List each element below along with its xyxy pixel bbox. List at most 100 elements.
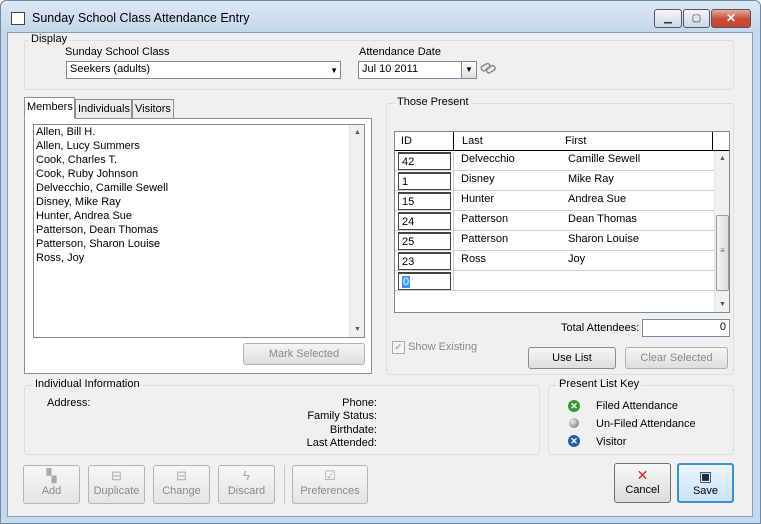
- first-cell: Sharon Louise: [568, 233, 639, 245]
- unfiled-attendance-label: Un-Filed Attendance: [596, 418, 696, 430]
- id-cell[interactable]: 23: [398, 252, 451, 270]
- column-divider[interactable]: [453, 132, 454, 151]
- address-label: Address:: [47, 397, 91, 409]
- add-button[interactable]: ▚ Add: [23, 465, 80, 504]
- list-item[interactable]: Delvecchio, Camille Sewell: [36, 182, 168, 194]
- add-icon: ▚: [46, 468, 57, 483]
- table-row[interactable]: 1 Disney Mike Ray: [395, 171, 714, 191]
- display-group-title: Display: [29, 33, 70, 45]
- last-cell: Disney: [461, 173, 495, 185]
- column-id[interactable]: ID: [401, 135, 412, 147]
- present-grid[interactable]: ID Last First 42 Delvecchio Camille Sewe…: [394, 131, 730, 313]
- title-bar[interactable]: Sunday School Class Attendance Entry ▁ ▢…: [1, 1, 760, 33]
- new-id-value[interactable]: 0: [402, 276, 411, 288]
- table-row[interactable]: 24 Patterson Dean Thomas: [395, 211, 714, 231]
- those-present-title: Those Present: [395, 96, 471, 108]
- tab-individuals[interactable]: Individuals: [75, 99, 132, 119]
- date-picker[interactable]: Jul 10 2011 ▼: [358, 61, 477, 79]
- window-icon: [11, 12, 25, 25]
- last-cell: Ross: [461, 253, 487, 265]
- last-cell: Patterson: [461, 213, 509, 225]
- last-attended-label: Last Attended:: [306, 437, 377, 449]
- close-icon: ✕: [636, 467, 649, 483]
- class-select[interactable]: Seekers (adults) ▼: [66, 61, 341, 79]
- preferences-label: Preferences: [300, 485, 360, 497]
- unfiled-attendance-icon: [569, 418, 579, 428]
- change-label: Change: [162, 485, 201, 497]
- class-label: Sunday School Class: [65, 46, 170, 58]
- birthdate-label: Birthdate:: [329, 424, 377, 436]
- preferences-icon: ☑: [324, 468, 336, 483]
- table-row[interactable]: 42 Delvecchio Camille Sewell: [395, 151, 714, 171]
- individual-info-title: Individual Information: [33, 378, 142, 390]
- list-item[interactable]: Disney, Mike Ray: [36, 196, 121, 208]
- preferences-button[interactable]: ☑ Preferences: [292, 465, 368, 504]
- add-label: Add: [41, 485, 62, 497]
- list-item[interactable]: Allen, Bill H.: [36, 126, 95, 138]
- column-first[interactable]: First: [565, 135, 586, 147]
- id-cell[interactable]: 1: [398, 172, 451, 190]
- discard-icon: ϟ: [243, 468, 250, 483]
- first-cell: Camille Sewell: [568, 153, 641, 165]
- members-list[interactable]: Allen, Bill H. Allen, Lucy Summers Cook,…: [33, 124, 365, 338]
- table-row[interactable]: 15 Hunter Andrea Sue: [395, 191, 714, 211]
- column-last[interactable]: Last: [462, 135, 483, 147]
- visitor-icon: ✕: [568, 435, 580, 447]
- duplicate-label: Duplicate: [93, 485, 140, 497]
- change-button[interactable]: ⊟ Change: [153, 465, 210, 504]
- list-item[interactable]: Cook, Charles T.: [36, 154, 117, 166]
- table-row[interactable]: 25 Patterson Sharon Louise: [395, 231, 714, 251]
- id-cell[interactable]: 15: [398, 192, 451, 210]
- new-id-cell[interactable]: 0: [398, 272, 451, 290]
- window-title: Sunday School Class Attendance Entry: [32, 11, 250, 25]
- list-item[interactable]: Cook, Ruby Johnson: [36, 168, 138, 180]
- id-cell[interactable]: 24: [398, 212, 451, 230]
- last-cell: Hunter: [461, 193, 495, 205]
- mark-selected-button[interactable]: Mark Selected: [243, 343, 365, 365]
- scroll-up-icon[interactable]: ▲: [715, 151, 730, 166]
- tab-visitors[interactable]: Visitors: [132, 99, 174, 119]
- last-cell: Delvecchio: [461, 153, 515, 165]
- clear-selected-button[interactable]: Clear Selected: [625, 347, 728, 369]
- last-cell: Patterson: [461, 233, 509, 245]
- maximize-button[interactable]: ▢: [683, 9, 710, 28]
- scroll-thumb[interactable]: ≡: [716, 215, 729, 291]
- filed-attendance-label: Filed Attendance: [596, 400, 678, 412]
- scroll-down-icon[interactable]: ▼: [350, 322, 365, 337]
- grid-scrollbar[interactable]: ▲ ≡ ▼: [714, 151, 729, 312]
- close-button[interactable]: ✕: [711, 9, 751, 28]
- use-list-button[interactable]: Use List: [528, 347, 616, 369]
- save-label: Save: [692, 485, 719, 497]
- column-divider[interactable]: [712, 132, 713, 151]
- date-picker-value: Jul 10 2011: [362, 63, 419, 75]
- list-item[interactable]: Ross, Joy: [36, 252, 84, 264]
- list-item[interactable]: Patterson, Dean Thomas: [36, 224, 158, 236]
- tab-members[interactable]: Members: [24, 97, 75, 119]
- show-existing-checkbox[interactable]: ✓: [392, 341, 405, 354]
- list-item[interactable]: Hunter, Andrea Sue: [36, 210, 132, 222]
- toolbar-divider: [284, 465, 285, 504]
- duplicate-button[interactable]: ⊟ Duplicate: [88, 465, 145, 504]
- id-cell[interactable]: 42: [398, 152, 451, 170]
- first-cell: Mike Ray: [568, 173, 614, 185]
- list-item[interactable]: Allen, Lucy Summers: [36, 140, 140, 152]
- date-label: Attendance Date: [359, 46, 441, 58]
- scroll-down-icon[interactable]: ▼: [715, 297, 730, 312]
- calendar-dropdown-icon[interactable]: ▼: [461, 62, 476, 78]
- filed-attendance-icon: ✕: [568, 400, 580, 412]
- scroll-up-icon[interactable]: ▲: [350, 125, 365, 140]
- new-row[interactable]: 0: [395, 271, 714, 291]
- phone-label: Phone:: [342, 397, 377, 409]
- save-button[interactable]: ▣ Save: [677, 463, 734, 503]
- cancel-label: Cancel: [625, 484, 660, 496]
- cancel-button[interactable]: ✕ Cancel: [614, 463, 671, 503]
- id-cell[interactable]: 25: [398, 232, 451, 250]
- discard-label: Discard: [227, 485, 266, 497]
- list-item[interactable]: Patterson, Sharon Louise: [36, 238, 160, 250]
- table-row[interactable]: 23 Ross Joy: [395, 251, 714, 271]
- minimize-button[interactable]: ▁: [654, 9, 682, 28]
- members-scrollbar[interactable]: ▲ ▼: [349, 125, 364, 337]
- show-existing-label: Show Existing: [408, 341, 478, 353]
- discard-button[interactable]: ϟ Discard: [218, 465, 275, 504]
- link-icon[interactable]: [480, 61, 496, 75]
